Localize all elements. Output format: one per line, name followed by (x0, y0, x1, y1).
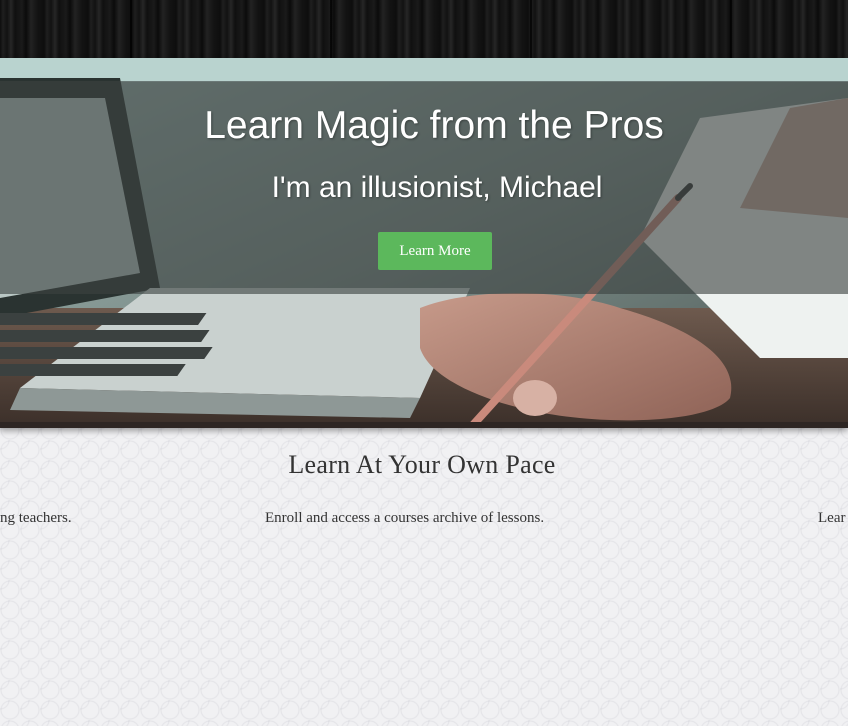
hero-banner: Learn Magic from the Pros I'm an illusio… (0, 58, 848, 428)
hero-subtitle: I'm an illusionist, Michael (271, 171, 603, 204)
section-heading: Learn At Your Own Pace (288, 450, 556, 479)
feature-text-learn: Lear (818, 510, 846, 526)
feature-text-teachers: ng teachers. (0, 510, 72, 526)
hero-title: Learn Magic from the Pros (204, 104, 664, 147)
feature-text-archive: Enroll and access a courses archive of l… (265, 510, 545, 526)
wood-header-bar (0, 0, 848, 58)
learn-more-button[interactable]: Learn More (378, 232, 492, 270)
